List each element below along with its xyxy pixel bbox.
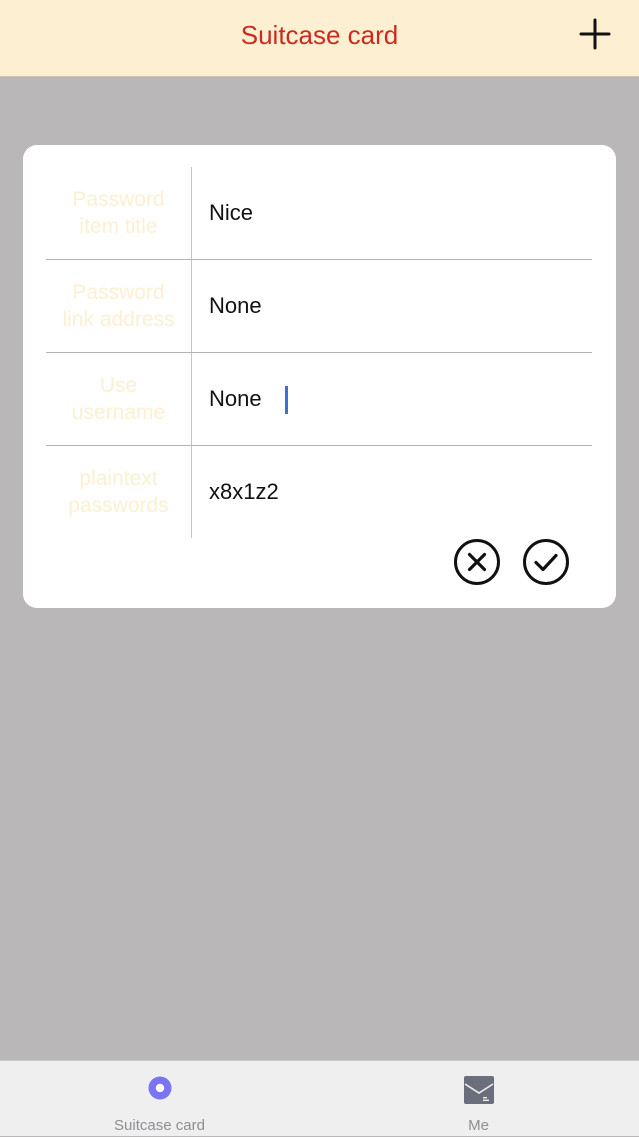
add-button[interactable]: [577, 16, 613, 52]
username-label: Use username: [46, 353, 192, 445]
form-row-link: Password link address: [46, 260, 592, 353]
tab-suitcase-card[interactable]: Suitcase card: [0, 1061, 319, 1137]
password-label: plaintext passwords: [46, 446, 192, 538]
tab-me-icon-wrap: [463, 1075, 495, 1105]
form-row-title: Password item title: [46, 167, 592, 260]
form-row-username: Use username: [46, 353, 592, 446]
username-input[interactable]: [193, 353, 592, 445]
form-row-password: plaintext passwords: [46, 446, 592, 538]
page-title: Suitcase card: [240, 20, 399, 50]
record-circle-icon: [148, 1076, 171, 1100]
tab-suitcase-card-label: Suitcase card: [114, 1117, 205, 1134]
link-input[interactable]: [193, 260, 592, 352]
navigation-bar: Suitcase card: [0, 0, 639, 77]
title-input[interactable]: [193, 167, 592, 259]
password-input[interactable]: [193, 446, 592, 538]
confirm-button[interactable]: [522, 538, 570, 586]
cancel-button[interactable]: [453, 538, 501, 586]
plus-icon: [579, 18, 611, 50]
edit-password-dialog: Password item title Password link addres…: [23, 145, 616, 608]
tab-bar: Suitcase card Me: [0, 1060, 639, 1136]
close-circle-icon: [454, 539, 500, 585]
title-label: Password item title: [46, 167, 192, 259]
password-form: Password item title Password link addres…: [46, 167, 592, 538]
check-circle-icon: [523, 539, 569, 585]
tab-me-label: Me: [468, 1117, 489, 1134]
text-cursor: [285, 386, 288, 414]
tab-suitcase-card-icon-wrap: [147, 1075, 173, 1101]
link-label: Password link address: [46, 260, 192, 352]
mail-icon: [463, 1076, 494, 1104]
tab-me[interactable]: Me: [319, 1061, 638, 1137]
